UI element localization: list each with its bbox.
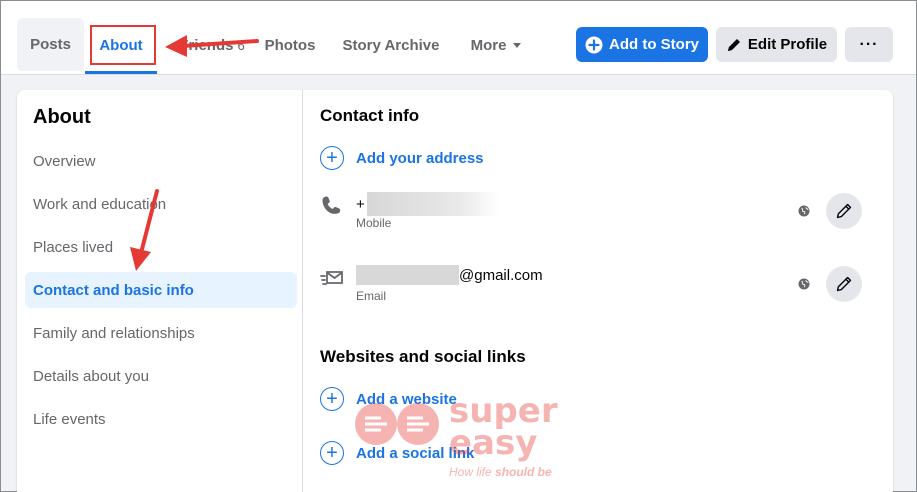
caret-down-icon <box>513 42 522 48</box>
pencil-icon <box>726 37 742 53</box>
about-card: About Overview Work and education Places… <box>17 90 893 492</box>
email-type: Email <box>356 289 387 303</box>
plus-circle-icon: + <box>320 441 344 465</box>
add-to-story-label: Add to Story <box>609 36 699 53</box>
sidebar-item-family-relationships[interactable]: Family and relationships <box>25 315 297 351</box>
profile-tab-bar: Posts About Friends 6 Photos Story Archi… <box>1 1 916 75</box>
redacted-email <box>356 265 459 285</box>
edit-profile-button[interactable]: Edit Profile <box>716 27 837 62</box>
phone-prefix: + <box>356 195 365 213</box>
edit-phone-button[interactable] <box>826 193 862 229</box>
more-dots-icon: ··· <box>859 35 879 53</box>
tab-friends-label: Friends <box>179 36 234 54</box>
envelope-icon <box>320 267 346 294</box>
plus-circle-icon: + <box>320 146 344 170</box>
tab-about-label: About <box>99 36 143 54</box>
websites-title: Websites and social links <box>320 347 526 366</box>
redacted-phone <box>366 192 499 216</box>
about-content: Contact info + Add your address + Mobile <box>304 90 893 492</box>
add-social-link[interactable]: + Add a social link <box>320 441 474 465</box>
phone-icon <box>320 194 344 223</box>
tab-more-label: More <box>470 36 507 54</box>
add-website-link[interactable]: + Add a website <box>320 387 457 411</box>
plus-circle-icon: + <box>320 387 344 411</box>
sidebar-item-contact-basic-info[interactable]: Contact and basic info <box>25 272 297 308</box>
edit-email-button[interactable] <box>826 266 862 302</box>
phone-row: + Mobile <box>320 192 862 242</box>
sidebar-item-life-events[interactable]: Life events <box>25 401 297 437</box>
email-row: @gmail.com Email <box>320 265 862 315</box>
more-options-button[interactable]: ··· <box>845 27 893 62</box>
pencil-icon <box>836 203 852 219</box>
phone-type: Mobile <box>356 216 392 230</box>
globe-icon[interactable] <box>798 277 810 295</box>
tab-about[interactable]: About <box>85 18 157 74</box>
plus-circle-icon <box>585 36 603 54</box>
email-value: @gmail.com <box>356 265 543 285</box>
add-to-story-button[interactable]: Add to Story <box>576 27 708 62</box>
tab-friends[interactable]: Friends 6 <box>167 18 257 72</box>
sidebar-item-places-lived[interactable]: Places lived <box>25 229 297 265</box>
tab-posts[interactable]: Posts <box>17 18 84 71</box>
phone-value: + <box>356 192 499 216</box>
tab-more[interactable]: More <box>459 18 533 72</box>
pencil-icon <box>836 276 852 292</box>
add-social-label: Add a social link <box>356 444 475 462</box>
about-sidebar-title: About <box>33 106 91 128</box>
email-domain: @gmail.com <box>459 266 543 284</box>
tab-photos[interactable]: Photos <box>257 18 323 72</box>
edit-profile-label: Edit Profile <box>747 36 828 53</box>
add-address-link[interactable]: + Add your address <box>320 146 484 170</box>
add-address-label: Add your address <box>356 149 484 167</box>
sidebar-item-work-education[interactable]: Work and education <box>25 186 297 222</box>
contact-info-title: Contact info <box>320 106 420 125</box>
tab-story-archive[interactable]: Story Archive <box>335 18 447 72</box>
sidebar-item-details-about-you[interactable]: Details about you <box>25 358 297 394</box>
about-sidebar: About Overview Work and education Places… <box>17 90 303 492</box>
tab-active-underline <box>85 71 157 74</box>
globe-icon[interactable] <box>798 204 810 222</box>
add-website-label: Add a website <box>356 390 457 408</box>
tab-friends-count: 6 <box>237 37 245 53</box>
sidebar-item-overview[interactable]: Overview <box>25 143 297 179</box>
